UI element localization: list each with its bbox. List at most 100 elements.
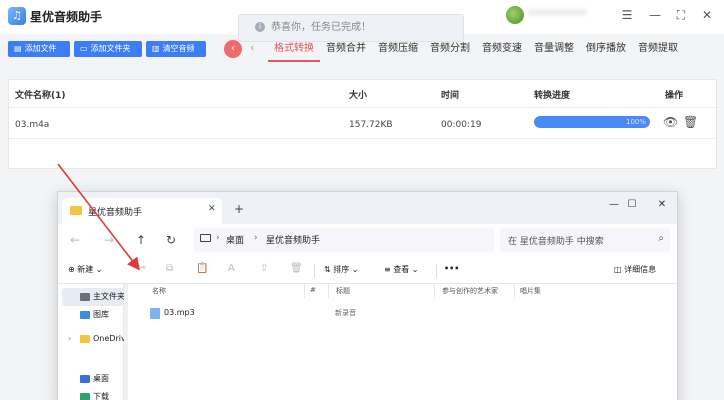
tab-6[interactable]: 倒序播放 — [580, 36, 632, 62]
refresh-icon[interactable]: ↻ — [166, 233, 176, 247]
tabs-prev-icon[interactable]: ‹ — [250, 41, 254, 54]
row-time: 00:00:19 — [441, 120, 482, 130]
file-title: 新录音 — [335, 309, 356, 317]
header-file-name: 文件名称(1) — [15, 91, 66, 101]
app-logo-icon: ♫ — [8, 7, 26, 25]
new-button[interactable]: ⊕ 新建 ⌄ — [68, 264, 103, 275]
cut-icon[interactable]: ✂ — [138, 263, 146, 274]
nav-item-1[interactable]: 图库 — [62, 306, 124, 324]
forward-arrow-icon[interactable]: → — [104, 233, 114, 247]
add-file-icon: ▤ — [14, 44, 22, 53]
tab-5[interactable]: 音量调整 — [528, 36, 580, 62]
view-button[interactable]: ≡ 查看 ⌄ — [384, 264, 419, 275]
add-file-label: 添加文件 — [24, 44, 57, 53]
row-divider — [9, 138, 716, 139]
new-plus-icon: ⊕ — [68, 265, 75, 274]
share-icon[interactable]: ⇪ — [260, 263, 268, 274]
nav-item-label: OneDrive — [93, 334, 124, 343]
copy-icon[interactable]: ⧉ — [166, 263, 173, 274]
header-divider — [9, 107, 716, 108]
conversion-progress-bar: 100% — [534, 116, 650, 128]
details-pane-icon: ◫ — [614, 265, 622, 274]
command-divider — [436, 264, 437, 278]
add-file-button[interactable]: ▤ 添加文件 — [8, 41, 70, 57]
folder-icon — [70, 206, 82, 215]
file-name: 03.mp3 — [164, 308, 195, 317]
column-name[interactable]: 名称 — [152, 286, 166, 296]
nav-folder-icon — [80, 292, 90, 301]
up-arrow-icon[interactable]: ↑ — [136, 233, 146, 247]
close-button[interactable]: ✕ — [698, 6, 716, 24]
nav-folder-icon — [80, 374, 90, 383]
expand-chevron-icon[interactable]: › — [68, 330, 71, 348]
tab-7[interactable]: 音频提取 — [632, 36, 684, 62]
details-button[interactable]: ◫ 详细信息 — [614, 264, 656, 275]
tab-4[interactable]: 音频变速 — [476, 36, 528, 62]
explorer-minimize-button[interactable]: — — [606, 198, 622, 212]
file-row[interactable]: 03.mp3 新录音 — [150, 306, 650, 322]
toast-message: 恭喜你，任务已完成！ — [271, 22, 371, 33]
sort-icon: ⇅ — [324, 265, 331, 274]
explorer-close-button[interactable]: ✕ — [654, 198, 670, 212]
nav-item-label: 主文件夹 — [93, 292, 124, 301]
nav-folder-icon — [80, 334, 90, 343]
add-folder-label: 添加文件夹 — [90, 44, 131, 53]
nav-folder-icon — [80, 310, 90, 319]
column-divider — [434, 284, 435, 298]
explorer-titlebar: 星优音频助手 ✕ + — ☐ ✕ — [58, 192, 677, 224]
nav-scrollbar[interactable] — [124, 284, 128, 400]
nav-item-0[interactable]: 主文件夹 — [62, 288, 124, 306]
column-title[interactable]: 标题 — [336, 286, 350, 296]
header-action: 操作 — [665, 91, 684, 101]
breadcrumb-desktop[interactable]: 桌面 — [226, 233, 244, 246]
user-avatar[interactable] — [506, 6, 524, 24]
clear-audio-button[interactable]: ▥ 清空音频 — [146, 41, 206, 57]
preview-eye-icon[interactable]: 👁 — [663, 115, 678, 129]
back-arrow-icon[interactable]: ← — [70, 233, 80, 247]
breadcrumb-current-folder[interactable]: 星优音频助手 — [266, 233, 320, 246]
search-placeholder: 在 星优音频助手 中搜索 — [508, 237, 604, 247]
column-divider — [514, 284, 515, 298]
nav-item-label: 下载 — [93, 392, 109, 400]
tab-close-icon[interactable]: ✕ — [208, 204, 216, 214]
add-folder-icon: ▭ — [80, 44, 88, 53]
details-label: 详细信息 — [624, 265, 657, 274]
explorer-maximize-button[interactable]: ☐ — [624, 198, 640, 212]
path-breadcrumb[interactable]: › 桌面 › 星优音频助手 — [194, 228, 494, 252]
rename-icon[interactable]: A — [228, 263, 235, 274]
sort-label: 排序 — [333, 265, 350, 274]
column-divider — [328, 284, 329, 298]
more-options-icon[interactable]: ••• — [444, 264, 459, 273]
collapse-nav-button[interactable]: ‹ — [224, 40, 242, 58]
address-bar-row: ← → ↑ ↻ › 桌面 › 星优音频助手 在 星优音频助手 中搜索 ⌕ — [58, 224, 677, 258]
nav-item-4[interactable]: 下载 — [62, 388, 124, 400]
explorer-search-input[interactable]: 在 星优音频助手 中搜索 ⌕ — [500, 228, 670, 252]
progress-text: 100% — [625, 118, 646, 126]
info-icon: i — [255, 22, 265, 32]
app-title: 星优音频助手 — [30, 10, 103, 24]
nav-item-2[interactable]: › OneDrive — [62, 330, 124, 348]
delete-trash-icon[interactable]: 🗑 — [683, 115, 698, 129]
delete-icon[interactable]: 🗑 — [290, 263, 303, 274]
sort-button[interactable]: ⇅ 排序 ⌄ — [324, 264, 359, 275]
header-progress: 转换进度 — [534, 91, 571, 101]
column-number[interactable]: # — [310, 286, 316, 294]
explorer-tab[interactable]: 星优音频助手 ✕ — [62, 198, 222, 224]
header-time: 时间 — [441, 91, 460, 101]
nav-item-3[interactable]: 桌面 — [62, 370, 124, 388]
maximize-button[interactable]: ⛶ — [672, 6, 690, 24]
column-album[interactable]: 唱片集 — [520, 286, 541, 296]
paste-icon[interactable]: 📋 — [196, 263, 208, 274]
row-file-name: 03.m4a — [15, 120, 50, 130]
minimize-button[interactable]: — — [646, 6, 664, 24]
column-artist[interactable]: 参与创作的艺术家 — [442, 286, 498, 296]
navigation-pane: 主文件夹图库 › OneDrive 桌面下载 — [58, 284, 124, 400]
new-tab-button[interactable]: + — [234, 202, 244, 216]
user-name[interactable]: xxxxxxxxxxx — [528, 8, 608, 20]
menu-icon[interactable]: ☰ — [618, 6, 636, 24]
clear-audio-label: 清空音频 — [162, 44, 195, 53]
add-folder-button[interactable]: ▭ 添加文件夹 — [74, 41, 142, 57]
nav-item-label: 图库 — [93, 310, 109, 319]
success-toast: i 恭喜你，任务已完成！ — [238, 14, 464, 42]
new-dropdown-icon: ⌄ — [95, 265, 103, 274]
